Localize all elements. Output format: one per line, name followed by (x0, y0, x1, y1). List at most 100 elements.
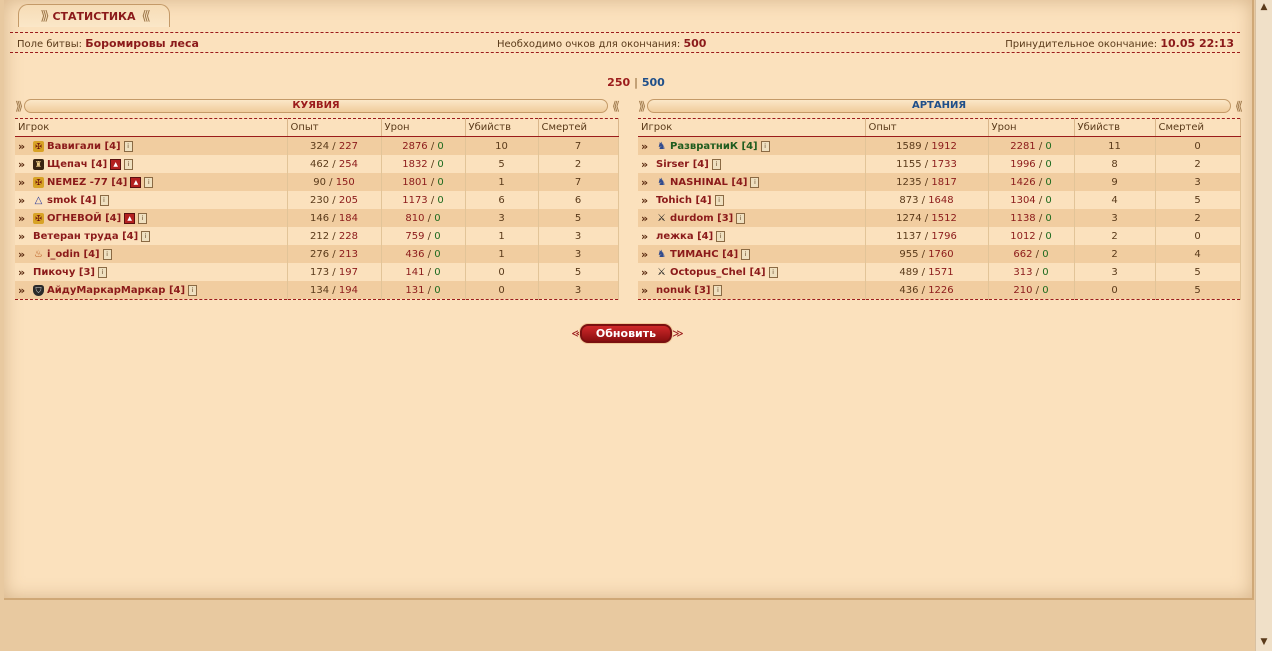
player-cell: » △ smok [4] i (15, 191, 288, 209)
clan-icon[interactable]: ✠ (33, 176, 44, 188)
player-name[interactable]: Пикочу [3] (33, 267, 95, 278)
clan-icon[interactable]: ⚔ (656, 213, 667, 224)
clan-icon[interactable]: ⚔ (656, 267, 667, 278)
damage-cell: 1173 / 0 (381, 191, 466, 209)
player-info-icon[interactable]: i (736, 212, 746, 224)
ornament-icon: ⟩⟩⟩ (15, 99, 23, 113)
deaths-cell: 4 (1155, 245, 1241, 263)
player-details-icon[interactable]: » (18, 194, 30, 207)
player-cell: » ⚔ durdom [3] i (638, 209, 866, 227)
player-info-icon[interactable]: i (124, 158, 134, 170)
player-details-icon[interactable]: » (641, 194, 653, 207)
player-info-icon[interactable]: i (711, 158, 721, 170)
divider (10, 32, 1240, 33)
player-name[interactable]: Tohich [4] (656, 195, 712, 206)
player-info-icon[interactable]: i (144, 176, 154, 188)
player-details-icon[interactable]: » (18, 248, 30, 261)
scrollbar[interactable]: ▲ ▼ (1255, 0, 1272, 651)
player-info-icon[interactable]: i (714, 194, 724, 206)
player-info-icon[interactable]: i (713, 284, 723, 296)
player-name[interactable]: smok [4] (47, 195, 97, 206)
deaths-cell: 2 (1155, 209, 1241, 227)
damage-cell: 141 / 0 (381, 263, 466, 281)
player-name[interactable]: Ветеран труда [4] (33, 231, 138, 242)
scroll-down-icon[interactable]: ▼ (1258, 637, 1270, 649)
divider (10, 52, 1240, 53)
player-name[interactable]: РазвратниК [4] (670, 141, 758, 152)
deaths-cell: 5 (538, 263, 619, 281)
kills-cell: 3 (465, 209, 539, 227)
player-info-icon[interactable]: i (99, 194, 109, 206)
exp-cell: 1274 / 1512 (865, 209, 989, 227)
exp-cell: 134 / 194 (287, 281, 382, 300)
player-name[interactable]: лежка [4] (656, 231, 713, 242)
clan-icon[interactable]: ✠ (33, 140, 44, 152)
clan-icon[interactable]: ♞ (656, 249, 667, 260)
player-info-icon[interactable]: i (716, 230, 726, 242)
player-details-icon[interactable]: » (641, 284, 653, 297)
player-details-icon[interactable]: » (18, 176, 30, 189)
col-player: Игрок (15, 118, 288, 137)
player-info-icon[interactable]: i (760, 140, 770, 152)
player-name[interactable]: NASHINAL [4] (670, 177, 747, 188)
player-details-icon[interactable]: » (641, 176, 653, 189)
player-cell: » nonuk [3] i (638, 281, 866, 300)
player-details-icon[interactable]: » (18, 140, 30, 153)
tab-statistics[interactable]: ⟩⟩⟩ СТАТИСТИКА ⟨⟨⟨ (18, 4, 170, 27)
player-details-icon[interactable]: » (18, 158, 30, 171)
player-info-icon[interactable]: i (102, 248, 112, 260)
table-row: » ✠ ОГНЕВОЙ [4] ▲ i 146 / 184 810 / 035 (15, 209, 619, 227)
clan-icon[interactable]: ♨ (33, 249, 44, 260)
player-info-icon[interactable]: i (741, 248, 751, 260)
player-details-icon[interactable]: » (18, 212, 30, 225)
player-info-icon[interactable]: i (750, 176, 760, 188)
col-player: Игрок (638, 118, 866, 137)
player-details-icon[interactable]: » (641, 212, 653, 225)
clan-icon[interactable]: ♞ (656, 177, 667, 188)
deaths-cell: 3 (538, 245, 619, 263)
player-name[interactable]: NEMEZ -77 [4] (47, 177, 127, 188)
damage-cell: 1996 / 0 (988, 155, 1075, 173)
clan-icon[interactable]: ♞ (656, 141, 667, 152)
deaths-cell: 2 (538, 155, 619, 173)
clan-icon[interactable]: △ (33, 195, 44, 206)
scroll-up-icon[interactable]: ▲ (1258, 2, 1270, 14)
player-info-icon[interactable]: i (138, 212, 148, 224)
player-name[interactable]: ТИМАНС [4] (670, 249, 738, 260)
player-name[interactable]: Вавигали [4] (47, 141, 121, 152)
player-details-icon[interactable]: » (641, 140, 653, 153)
damage-cell: 1801 / 0 (381, 173, 466, 191)
team-header-right: ⟩⟩⟩ АРТАНИЯ ⟨⟨⟨ (638, 99, 1243, 113)
player-name[interactable]: i_odin [4] (47, 249, 100, 260)
player-info-icon[interactable]: i (188, 284, 198, 296)
clan-icon[interactable]: ✠ (33, 212, 44, 224)
player-name[interactable]: ОГНЕВОЙ [4] (47, 213, 121, 224)
kills-cell: 1 (465, 245, 539, 263)
points-label: Необходимо очков для окончания: (497, 39, 681, 50)
player-cell: » ♨ i_odin [4] i (15, 245, 288, 263)
clan-icon[interactable]: ♜ (33, 158, 44, 170)
player-details-icon[interactable]: » (641, 230, 653, 243)
kills-cell: 8 (1074, 155, 1156, 173)
player-name[interactable]: АйдуМаркарМаркар [4] (47, 285, 185, 296)
kills-cell: 10 (465, 136, 539, 155)
clan-icon[interactable]: ⛉ (33, 284, 44, 296)
exp-cell: 173 / 197 (287, 263, 382, 281)
player-name[interactable]: Octopus_Chel [4] (670, 267, 766, 278)
player-name[interactable]: Sirser [4] (656, 159, 709, 170)
player-info-icon[interactable]: i (123, 140, 133, 152)
player-details-icon[interactable]: » (18, 230, 30, 243)
player-details-icon[interactable]: » (641, 158, 653, 171)
player-info-icon[interactable]: i (141, 230, 151, 242)
player-name[interactable]: durdom [3] (670, 213, 733, 224)
player-details-icon[interactable]: » (18, 266, 30, 279)
player-details-icon[interactable]: » (18, 284, 30, 297)
player-details-icon[interactable]: » (641, 248, 653, 261)
player-name[interactable]: Щепач [4] (47, 159, 107, 170)
refresh-button[interactable]: Обновить (579, 323, 673, 343)
player-details-icon[interactable]: » (641, 266, 653, 279)
player-info-icon[interactable]: i (768, 266, 778, 278)
player-info-icon[interactable]: i (98, 266, 108, 278)
table-row: » Пикочу [3] i 173 / 197 141 / 005 (15, 263, 619, 281)
player-name[interactable]: nonuk [3] (656, 285, 710, 296)
